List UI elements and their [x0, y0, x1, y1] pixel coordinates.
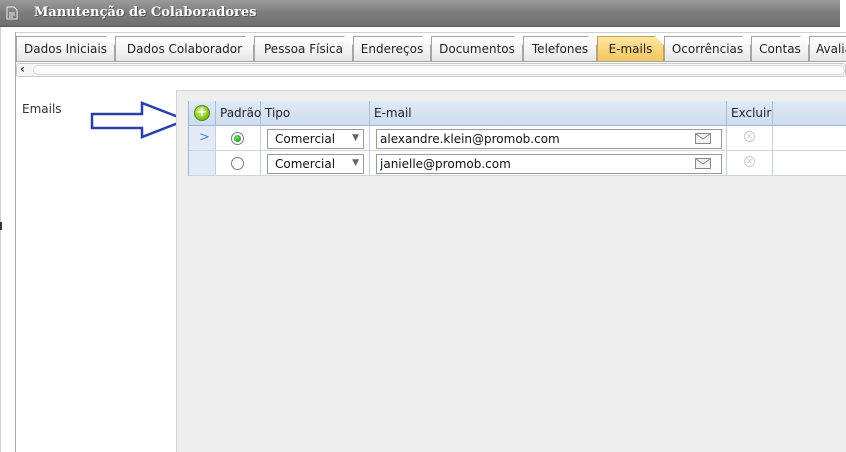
tab-label: Endereços: [360, 42, 424, 56]
splitter-handle[interactable]: [0, 222, 2, 230]
envelope-icon[interactable]: [695, 133, 711, 144]
window-titlebar: Manutenção de Colaboradores: [0, 0, 840, 27]
tab-emails[interactable]: E-mails: [597, 36, 664, 62]
tab-avaliacao[interactable]: Avaliaç: [809, 36, 846, 62]
excluir-cell: ✕: [727, 151, 773, 175]
tipo-value: Comercial: [275, 157, 336, 171]
tipo-select[interactable]: Comercial ▼: [267, 129, 364, 149]
scroll-left-icon[interactable]: ‹: [20, 62, 25, 76]
tab-scrollbar[interactable]: ‹: [16, 62, 846, 77]
scroll-track[interactable]: [33, 65, 845, 75]
tab-ocorrencias[interactable]: Ocorrências: [664, 36, 751, 62]
document-icon: [6, 6, 18, 20]
row-selector[interactable]: >: [189, 126, 216, 150]
window-title: Manutenção de Colaboradores: [34, 5, 257, 20]
email-field[interactable]: [376, 129, 722, 149]
emails-grid: + Padrão Tipo E-mail Excluir > Comercial…: [188, 101, 846, 176]
padrao-radio[interactable]: [231, 132, 244, 145]
grid-header: + Padrão Tipo E-mail Excluir: [189, 101, 846, 126]
tab-dados-colaborador[interactable]: Dados Colaborador: [115, 36, 254, 62]
tab-label: Avaliaç: [816, 42, 846, 56]
filler-cell: [773, 151, 846, 175]
tab-label: Dados Iniciais: [24, 42, 107, 56]
left-border: [0, 27, 1, 452]
tipo-value: Comercial: [275, 132, 336, 146]
padrao-radio[interactable]: [231, 157, 244, 170]
padrao-cell: [216, 151, 261, 175]
tipo-cell: Comercial ▼: [261, 126, 370, 150]
tab-enderecos[interactable]: Endereços: [353, 36, 431, 62]
header-filler: [773, 101, 846, 125]
tab-telefones[interactable]: Telefones: [523, 36, 597, 62]
tab-label: Contas: [759, 42, 801, 56]
tab-label: Pessoa Física: [264, 42, 343, 56]
tab-label: Documentos: [439, 42, 515, 56]
header-tipo[interactable]: Tipo: [261, 101, 370, 125]
tipo-select[interactable]: Comercial ▼: [267, 154, 364, 174]
tab-strip: Dados Iniciais Dados Colaborador Pessoa …: [16, 36, 846, 62]
excluir-cell: ✕: [727, 126, 773, 150]
header-email[interactable]: E-mail: [370, 101, 727, 125]
tab-label: Telefones: [531, 42, 589, 56]
chevron-down-icon[interactable]: ▼: [352, 158, 359, 168]
delete-icon[interactable]: ✕: [744, 156, 755, 167]
tab-label: Dados Colaborador: [126, 42, 243, 56]
tipo-cell: Comercial ▼: [261, 151, 370, 175]
tab-documentos[interactable]: Documentos: [431, 36, 523, 62]
tab-pessoa-fisica[interactable]: Pessoa Física: [254, 36, 353, 62]
tab-contas[interactable]: Contas: [751, 36, 809, 62]
email-cell: [370, 126, 727, 150]
filler-cell: [773, 126, 846, 150]
tab-divider: [16, 61, 846, 62]
padrao-cell: [216, 126, 261, 150]
annotation-arrow-icon: [90, 101, 190, 139]
envelope-icon[interactable]: [695, 158, 711, 169]
row-pointer-icon: >: [199, 130, 210, 145]
table-row[interactable]: > Comercial ▼ ✕: [189, 126, 846, 151]
delete-icon[interactable]: ✕: [744, 131, 755, 142]
header-padrao[interactable]: Padrão: [216, 101, 261, 125]
section-label: Emails: [22, 102, 62, 116]
add-icon[interactable]: +: [194, 105, 210, 121]
tab-label: Ocorrências: [671, 42, 744, 56]
tab-dados-iniciais[interactable]: Dados Iniciais: [16, 36, 115, 62]
email-cell: [370, 151, 727, 175]
tab-label: E-mails: [608, 42, 653, 56]
email-field[interactable]: [376, 154, 722, 174]
header-add-cell: +: [189, 101, 216, 125]
table-row[interactable]: Comercial ▼ ✕: [189, 151, 846, 176]
chevron-down-icon[interactable]: ▼: [352, 133, 359, 143]
header-excluir[interactable]: Excluir: [727, 101, 773, 125]
row-selector[interactable]: [189, 151, 216, 175]
